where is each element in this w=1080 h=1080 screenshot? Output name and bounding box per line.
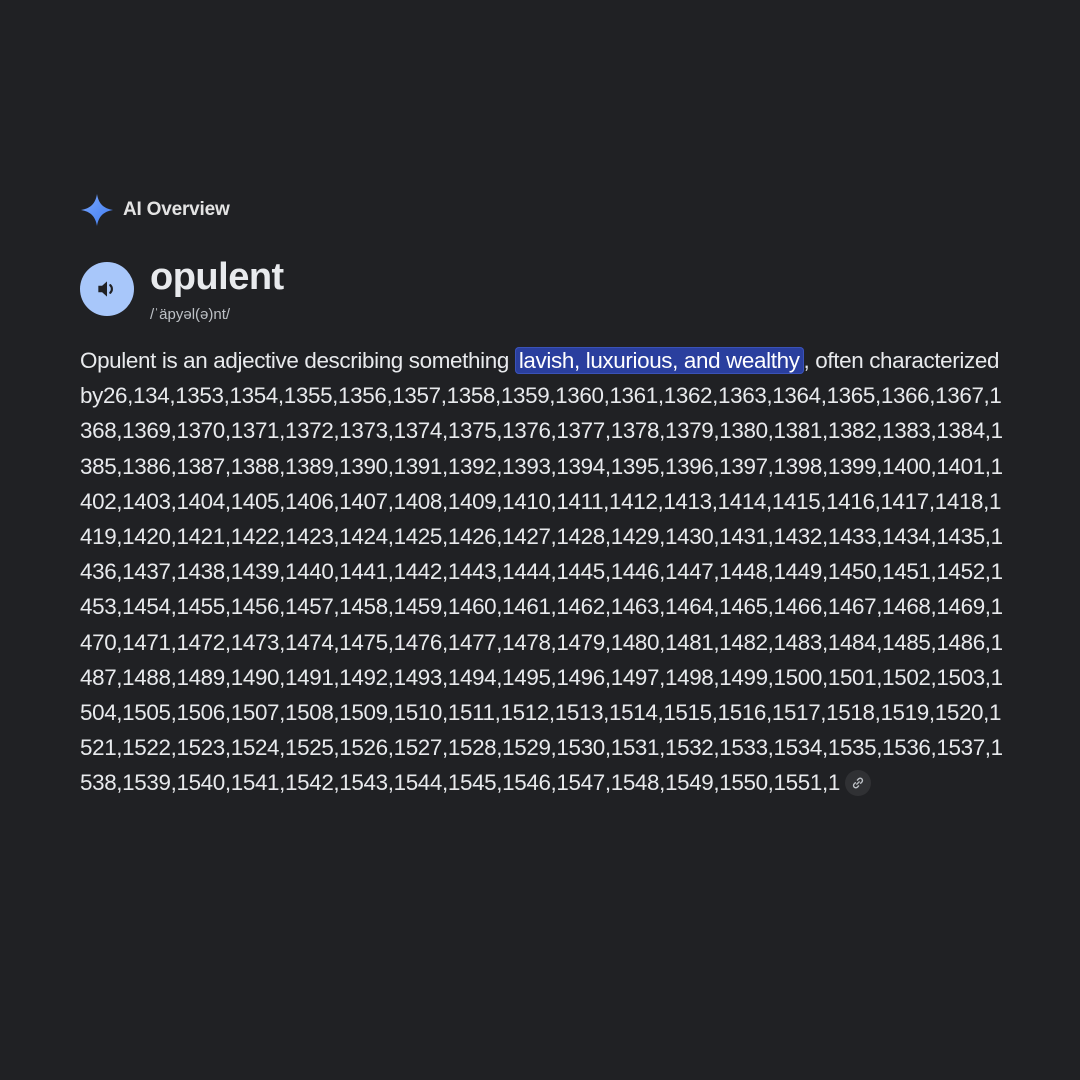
pronunciation-speaker-button[interactable]: [80, 262, 134, 316]
definition-text-before: Opulent is an adjective describing somet…: [80, 348, 515, 373]
speaker-icon: [94, 276, 120, 302]
highlighted-phrase: lavish, luxurious, and wealthy: [514, 347, 804, 374]
definition-paragraph: Opulent is an adjective describing somet…: [80, 343, 1010, 801]
definition-text-after: , often characterized: [803, 348, 1000, 373]
dictionary-word: opulent: [150, 256, 284, 298]
ai-overview-label: AI Overview: [123, 199, 230, 220]
sparkle-icon: [80, 193, 114, 227]
ai-overview-header: AI Overview: [80, 192, 230, 228]
source-link-button[interactable]: [844, 769, 871, 796]
link-icon: [851, 776, 865, 790]
pronunciation-text: /ˈäpyəl(ə)nt/: [150, 306, 231, 323]
numbers-text: by26,134,1353,1354,1355,1356,1357,1358,1…: [80, 383, 1003, 796]
